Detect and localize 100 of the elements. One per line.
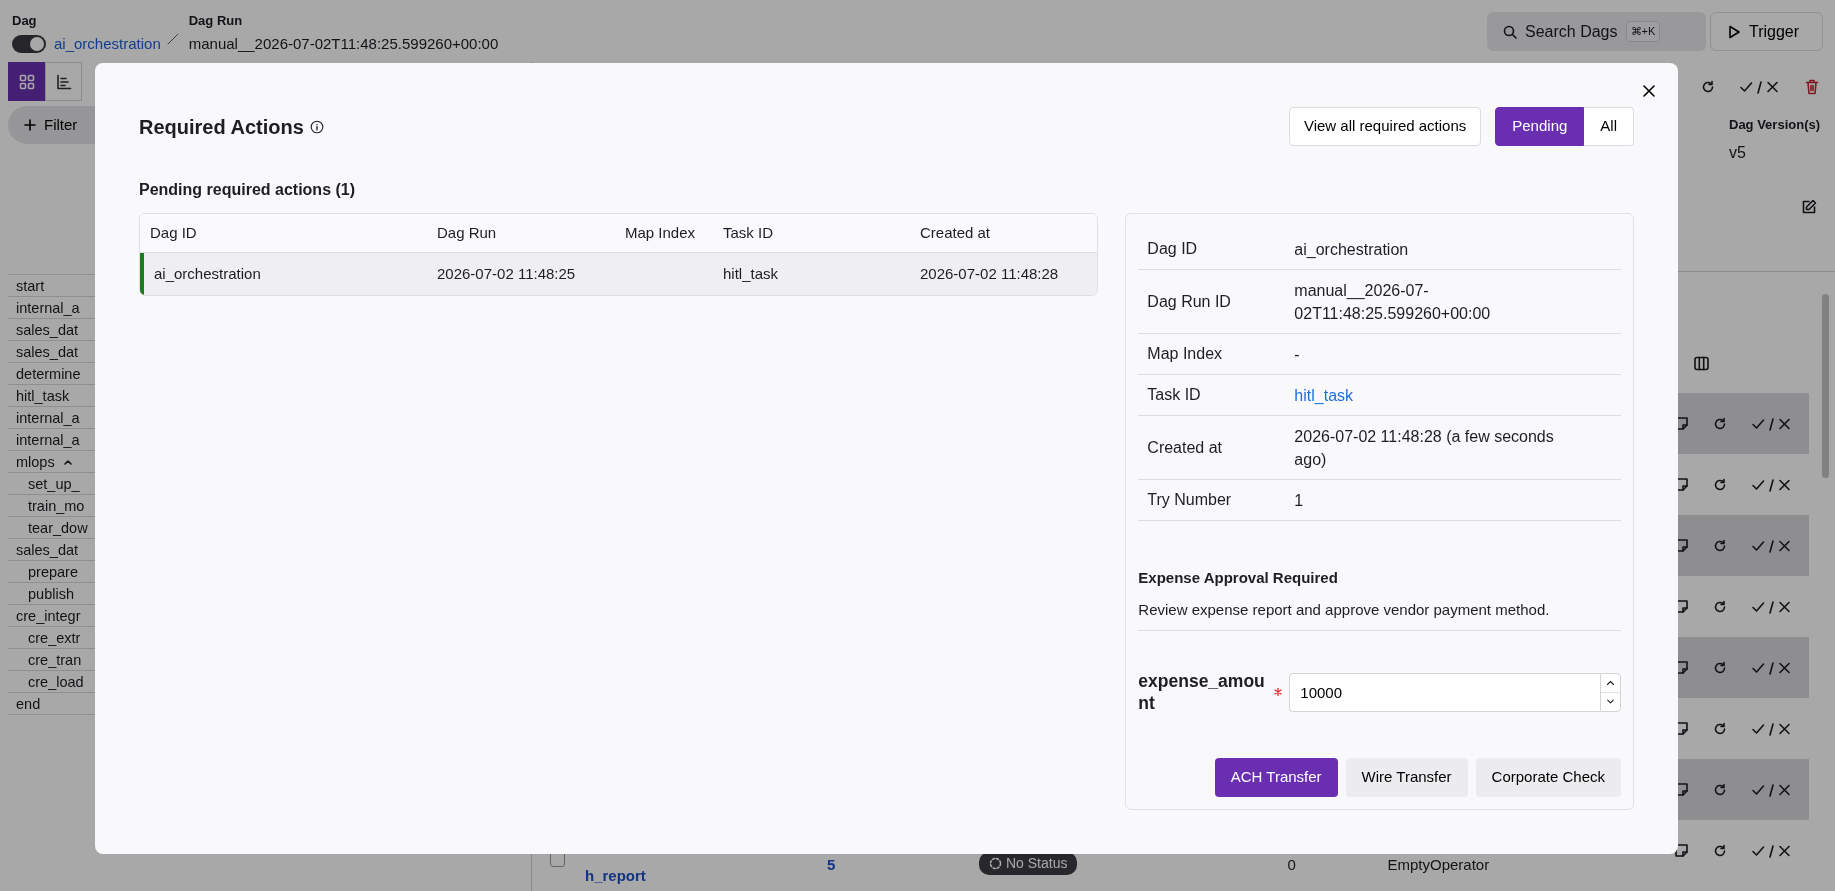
task-name[interactable]: cre_integr	[16, 604, 81, 627]
mark-success-failed-icon[interactable]	[1739, 80, 1781, 94]
scrollbar[interactable]	[1822, 294, 1829, 478]
toggle-switch[interactable]	[12, 35, 46, 54]
task-name[interactable]: publish	[28, 582, 74, 605]
task-name[interactable]: cre_extr	[28, 626, 81, 649]
task-name[interactable]: end	[16, 692, 41, 715]
mark-success-failed-icon[interactable]	[1751, 782, 1793, 797]
grid-icon	[18, 73, 35, 90]
refresh-icon[interactable]	[1713, 538, 1727, 553]
task-name[interactable]: sales_dat	[16, 538, 79, 561]
table-cell-text: 0	[1287, 855, 1297, 875]
field-value: 1	[1294, 491, 1304, 509]
task-name[interactable]: train_mo	[28, 494, 85, 517]
task-name[interactable]: sales_dat	[16, 340, 79, 363]
plus-icon	[24, 119, 36, 131]
shortcut-hint: ⌘+K	[1625, 21, 1661, 42]
field-value: manual__2026-07-02T11:48:25.599260+00:00	[1294, 281, 1491, 322]
chart-icon	[55, 73, 72, 90]
table-cell-text: EmptyOperator	[1387, 855, 1490, 875]
task-name[interactable]: internal_a	[16, 296, 80, 319]
breadcrumb-separator-icon	[166, 33, 179, 45]
task-link[interactable]: hitl_task	[1294, 386, 1354, 404]
task-name[interactable]: cre_tran	[28, 648, 82, 671]
field-label: expense_amount	[1138, 670, 1266, 714]
trigger-button[interactable]: Trigger	[1710, 12, 1823, 51]
info-icon[interactable]	[309, 119, 324, 134]
no-status-icon	[989, 857, 1002, 870]
task-name[interactable]: start	[16, 274, 45, 297]
close-icon	[1642, 84, 1656, 99]
mark-success-failed-icon[interactable]	[1751, 721, 1793, 736]
task-name[interactable]: sales_dat	[16, 318, 79, 341]
trash-icon[interactable]	[1805, 79, 1819, 95]
stepper-control[interactable]	[1600, 672, 1621, 712]
refresh-icon[interactable]	[1713, 477, 1727, 492]
task-name[interactable]: tear_dow	[28, 516, 88, 539]
mark-success-failed-icon[interactable]	[1751, 843, 1793, 858]
columns-icon[interactable]	[1694, 356, 1709, 371]
form-description: Review expense report and approve vendor payment method.	[1138, 589, 1621, 631]
mark-success-failed-icon[interactable]	[1751, 477, 1793, 492]
state-badge: No Status	[979, 852, 1078, 875]
task-name[interactable]: set_up_	[28, 472, 80, 495]
option-button[interactable]: Wire Transfer	[1345, 758, 1468, 797]
table-cell-text: 2026-07-02 11:48:28	[920, 263, 1059, 284]
table-row[interactable]: ai_orchestration 2026-07-02 11:48:25 hitl_task 2026-07-02 11:48:28	[140, 253, 1098, 295]
run-id-text: manual__2026-07-02T11:48:25.599260+00:00	[188, 34, 499, 54]
edit-icon[interactable]	[1801, 199, 1817, 215]
mark-success-failed-icon[interactable]	[1751, 599, 1793, 614]
field-label: Map Index	[1146, 344, 1224, 364]
refresh-icon[interactable]	[1713, 416, 1727, 431]
play-icon	[1727, 24, 1741, 39]
table-cell-text: 5	[827, 855, 837, 875]
field-label: Dag Version(s)	[1729, 117, 1822, 133]
mark-success-failed-icon[interactable]	[1751, 416, 1793, 431]
task-name[interactable]: cre_load	[28, 670, 84, 693]
refresh-icon[interactable]	[1701, 80, 1715, 94]
version-text: v5	[1729, 143, 1747, 163]
search-icon	[1503, 24, 1517, 39]
task-name[interactable]: prepare	[28, 560, 78, 583]
field-label: Dag Run	[188, 13, 244, 29]
column-header: Dag ID	[140, 214, 427, 253]
refresh-icon[interactable]	[1713, 660, 1727, 675]
field-label: Task ID	[1146, 385, 1202, 405]
task-name[interactable]: determine	[16, 362, 81, 385]
task-link[interactable]: h_report	[585, 865, 827, 888]
modal-title: Required Actions	[139, 114, 304, 140]
field-label: Dag	[12, 13, 38, 29]
view-all-button[interactable]: View all required actions	[1288, 107, 1482, 146]
field-label: Created at	[1146, 437, 1224, 458]
field-label: Dag ID	[1146, 239, 1199, 259]
filter-tab[interactable]: All	[1584, 107, 1634, 146]
filter-tab[interactable]: Pending	[1495, 107, 1585, 146]
table-cell-text: 2026-07-02 11:48:25	[437, 263, 576, 284]
field-label: Try Number	[1146, 490, 1233, 510]
mark-success-failed-icon[interactable]	[1751, 538, 1793, 553]
field-value: -	[1294, 345, 1300, 363]
number-input[interactable]: 10000	[1289, 672, 1600, 712]
field-label: Dag Run ID	[1146, 291, 1232, 312]
option-button[interactable]: Corporate Check	[1475, 758, 1621, 797]
refresh-icon[interactable]	[1713, 843, 1727, 858]
form-title: Expense Approval Required	[1138, 568, 1339, 588]
refresh-icon[interactable]	[1713, 782, 1727, 797]
dag-link[interactable]: ai_orchestration	[54, 33, 161, 56]
task-name[interactable]: internal_a	[16, 406, 80, 429]
task-name[interactable]: hitl_task	[16, 384, 70, 407]
task-name[interactable]: mlops	[16, 450, 55, 473]
refresh-icon[interactable]	[1713, 599, 1727, 614]
section-heading: Pending required actions (1)	[139, 180, 357, 200]
table-cell-text: hitl_task	[723, 263, 779, 284]
view-toggle[interactable]	[8, 62, 45, 101]
field-value: 2026-07-02 11:48:28 (a few seconds ago)	[1294, 427, 1554, 468]
field-value: ai_orchestration	[1294, 240, 1409, 258]
refresh-icon[interactable]	[1713, 721, 1727, 736]
search-button[interactable]: Search Dags ⌘+K	[1487, 12, 1706, 51]
table-cell-text: ai_orchestration	[154, 263, 261, 284]
option-button[interactable]: ACH Transfer	[1214, 758, 1338, 797]
mark-success-failed-icon[interactable]	[1751, 660, 1793, 675]
note-icon[interactable]	[1674, 843, 1689, 858]
task-name[interactable]: internal_a	[16, 428, 80, 451]
column-header: Created at	[910, 214, 1098, 253]
